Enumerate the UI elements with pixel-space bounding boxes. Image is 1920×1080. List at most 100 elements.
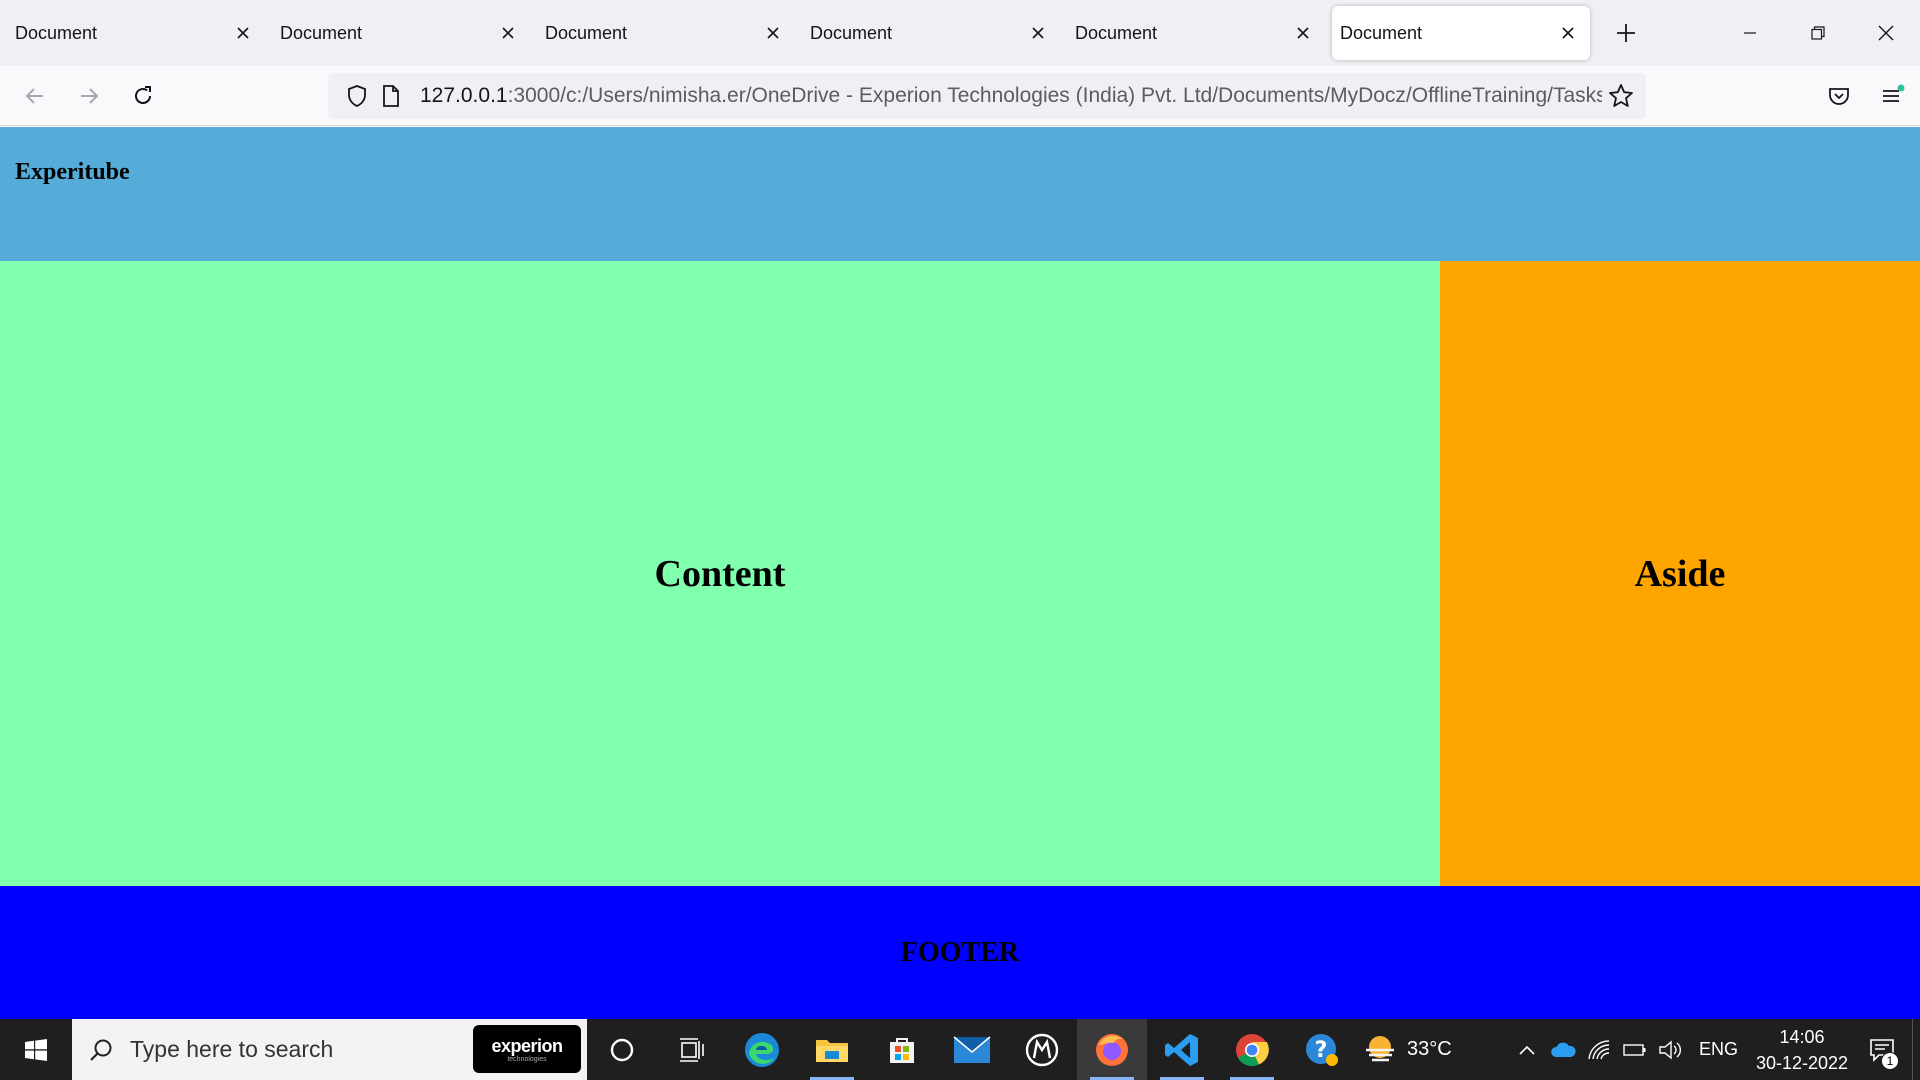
pocket-button[interactable] xyxy=(1812,73,1866,119)
toolbar-right xyxy=(1812,66,1920,126)
task-view-icon xyxy=(680,1037,704,1062)
file-explorer-app[interactable] xyxy=(797,1019,867,1080)
close-icon xyxy=(1878,25,1894,41)
close-icon[interactable] xyxy=(1026,21,1050,45)
page-icon[interactable] xyxy=(374,79,408,113)
content-label: Content xyxy=(654,552,786,595)
mail-icon xyxy=(953,1035,991,1063)
forward-button[interactable] xyxy=(62,73,116,119)
help-app[interactable]: ? xyxy=(1287,1019,1357,1080)
edge-icon xyxy=(745,1032,779,1067)
edge-app[interactable] xyxy=(727,1019,797,1080)
onedrive-icon xyxy=(1551,1042,1576,1057)
close-icon[interactable] xyxy=(761,21,785,45)
input-language[interactable]: ENG xyxy=(1699,1039,1738,1060)
aside-label: Aside xyxy=(1634,552,1726,595)
tab-document-2[interactable]: Document xyxy=(272,6,530,60)
firefox-app[interactable] xyxy=(1077,1019,1147,1080)
cortana-button[interactable] xyxy=(587,1019,657,1080)
new-tab-button[interactable] xyxy=(1602,9,1650,57)
footer-section: FOOTER xyxy=(0,886,1920,1019)
close-icon[interactable] xyxy=(231,21,255,45)
cortana-icon xyxy=(610,1038,634,1061)
tab-document-active[interactable]: Document xyxy=(1332,6,1590,60)
onedrive-tray[interactable] xyxy=(1545,1019,1581,1080)
experion-logo[interactable]: experion technologies xyxy=(473,1025,581,1073)
shield-icon[interactable] xyxy=(340,79,374,113)
show-desktop-button[interactable] xyxy=(1912,1019,1920,1080)
reload-button[interactable] xyxy=(116,73,170,119)
close-icon[interactable] xyxy=(496,21,520,45)
tab-title: Document xyxy=(545,22,628,43)
site-title: Experitube xyxy=(15,159,130,185)
minimize-button[interactable] xyxy=(1716,0,1784,66)
clock[interactable]: 14:06 30-12-2022 xyxy=(1752,1024,1852,1076)
weather-temperature: 33°C xyxy=(1407,1038,1452,1060)
pocket-icon xyxy=(1829,88,1849,105)
close-icon[interactable] xyxy=(1291,21,1315,45)
close-window-button[interactable] xyxy=(1852,0,1920,66)
site-header: Experitube xyxy=(0,127,1920,261)
network-tray[interactable] xyxy=(1581,1019,1617,1080)
search-icon xyxy=(90,1039,112,1061)
windows-logo-icon xyxy=(25,1038,47,1061)
taskbar: Type here to search experion technologie… xyxy=(0,1019,1920,1080)
tab-title: Document xyxy=(810,22,893,43)
restore-button[interactable] xyxy=(1784,0,1852,66)
battery-tray[interactable] xyxy=(1617,1019,1653,1080)
app-icon xyxy=(1025,1033,1059,1066)
content-section: Content xyxy=(0,261,1440,886)
help-icon: ? xyxy=(1306,1033,1338,1066)
bookmark-star-button[interactable] xyxy=(1604,79,1638,113)
tab-title: Document xyxy=(15,22,98,43)
arrow-right-icon xyxy=(81,87,99,104)
vscode-icon xyxy=(1165,1033,1198,1066)
tab-strip: Document Document Document Document Docu… xyxy=(0,0,1920,66)
plus-icon xyxy=(1617,24,1635,42)
close-icon[interactable] xyxy=(1556,21,1580,45)
task-view-button[interactable] xyxy=(657,1019,727,1080)
firefox-icon xyxy=(1096,1033,1128,1066)
url-path: :3000/c:/Users/nimisha.er/OneDrive - Exp… xyxy=(507,84,1602,107)
reload-icon xyxy=(135,85,151,104)
tab-document-4[interactable]: Document xyxy=(802,6,1060,60)
volume-tray[interactable] xyxy=(1653,1019,1689,1080)
taskbar-search[interactable]: Type here to search experion technologie… xyxy=(72,1019,587,1080)
svg-text:?: ? xyxy=(1315,1038,1328,1063)
chrome-icon xyxy=(1236,1033,1269,1066)
restore-icon xyxy=(1811,26,1825,40)
chrome-app[interactable] xyxy=(1217,1019,1287,1080)
arrow-left-icon xyxy=(25,87,43,104)
aside-section: Aside xyxy=(1440,261,1920,886)
vscode-app[interactable] xyxy=(1147,1019,1217,1080)
file-explorer-icon xyxy=(816,1039,848,1062)
speaker-icon xyxy=(1659,1040,1681,1059)
weather-widget[interactable]: 33°C xyxy=(1363,1019,1452,1080)
mail-app[interactable] xyxy=(937,1019,1007,1080)
wifi-icon xyxy=(1588,1039,1610,1059)
store-app[interactable] xyxy=(867,1019,937,1080)
url-bar[interactable]: 127.0.0.1:3000/c:/Users/nimisha.er/OneDr… xyxy=(328,73,1646,119)
notification-count-badge: 1 xyxy=(1881,1052,1899,1070)
brand-name: experion xyxy=(491,1035,563,1056)
show-hidden-icons-button[interactable] xyxy=(1509,1019,1545,1080)
tab-document-1[interactable]: Document xyxy=(0,6,265,60)
window-controls xyxy=(1716,0,1920,66)
notifications-button[interactable]: 1 xyxy=(1852,1019,1912,1080)
start-button[interactable] xyxy=(0,1019,72,1080)
back-button[interactable] xyxy=(8,73,62,119)
system-tray: ENG 14:06 30-12-2022 1 xyxy=(1509,1019,1920,1080)
search-placeholder: Type here to search xyxy=(130,1036,334,1062)
store-icon xyxy=(890,1037,914,1063)
minimize-icon xyxy=(1744,32,1756,34)
tab-title: Document xyxy=(280,22,363,43)
battery-icon xyxy=(1623,1043,1646,1056)
clock-time: 14:06 xyxy=(1779,1026,1825,1047)
star-icon xyxy=(1609,84,1633,107)
app-menu-button[interactable] xyxy=(1866,73,1920,119)
pinned-app[interactable] xyxy=(1007,1019,1077,1080)
tab-document-5[interactable]: Document xyxy=(1067,6,1325,60)
url-text[interactable]: 127.0.0.1:3000/c:/Users/nimisha.er/OneDr… xyxy=(420,84,1602,108)
navigation-toolbar: 127.0.0.1:3000/c:/Users/nimisha.er/OneDr… xyxy=(0,66,1920,126)
tab-document-3[interactable]: Document xyxy=(537,6,795,60)
